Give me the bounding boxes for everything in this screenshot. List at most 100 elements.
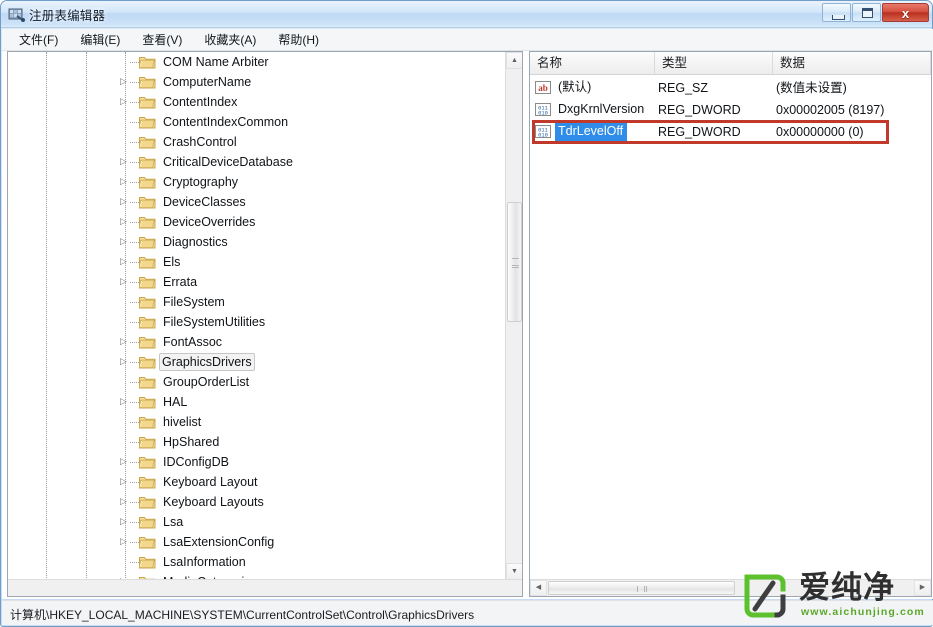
menu-help[interactable]: 帮助(H) xyxy=(270,29,328,51)
chevron-right-icon[interactable]: ▷ xyxy=(120,397,129,407)
chevron-right-icon[interactable]: ▷ xyxy=(120,537,129,547)
table-row[interactable]: ab (默认) REG_SZ (数值未设置) xyxy=(530,77,931,99)
tree-item-label: hivelist xyxy=(163,415,202,429)
tree-connector-line xyxy=(130,82,139,84)
tree-item-com-name-arbiter[interactable]: COM Name Arbiter xyxy=(8,52,505,72)
chevron-right-icon[interactable]: ▷ xyxy=(120,77,129,87)
tree-connector-line xyxy=(130,542,139,544)
tree-item-hivelist[interactable]: hivelist xyxy=(8,412,505,432)
folder-icon xyxy=(138,475,156,489)
chevron-right-icon[interactable]: ▷ xyxy=(120,277,129,287)
window-title: 注册表编辑器 xyxy=(29,9,106,23)
chevron-right-icon[interactable]: ▷ xyxy=(120,217,129,227)
folder-icon xyxy=(138,115,156,129)
scroll-left-arrow-icon[interactable]: ◀ xyxy=(530,580,547,596)
tree-item-label: Keyboard Layouts xyxy=(163,495,264,509)
values-list-header: 名称 类型 数据 xyxy=(530,52,931,75)
chevron-right-icon[interactable]: ▷ xyxy=(120,457,129,467)
tree-item-label: FileSystem xyxy=(163,295,225,309)
maximize-button[interactable] xyxy=(852,3,881,22)
tree-item-label: ComputerName xyxy=(163,75,252,89)
column-name[interactable]: 名称 xyxy=(530,52,655,74)
folder-icon xyxy=(138,315,156,329)
tree-item-grouporderlist[interactable]: GroupOrderList xyxy=(8,372,505,392)
scroll-down-arrow-icon[interactable]: ▼ xyxy=(506,563,522,580)
chevron-right-icon[interactable]: ▷ xyxy=(120,357,129,367)
tree-item-idconfigdb[interactable]: ▷ IDConfigDB xyxy=(8,452,505,472)
close-button[interactable]: x xyxy=(882,3,929,22)
tree-item-hpshared[interactable]: HpShared xyxy=(8,432,505,452)
tree-item-hal[interactable]: ▷ HAL xyxy=(8,392,505,412)
tree-horizontal-scrollbar[interactable] xyxy=(8,579,522,596)
tree-connector-line xyxy=(130,382,139,384)
value-name: TdrLevelOff xyxy=(555,121,628,142)
table-row[interactable]: 011 010 TdrLevelOff REG_DWORD 0x00000000 (0) xyxy=(530,121,931,143)
svg-text:010: 010 xyxy=(538,133,548,139)
tree-connector-line xyxy=(130,442,139,444)
tree-item-graphicsdrivers[interactable]: ▷ GraphicsDrivers xyxy=(8,352,505,372)
tree-item-keyboard-layout[interactable]: ▷ Keyboard Layout xyxy=(8,472,505,492)
chevron-right-icon[interactable]: ▷ xyxy=(120,517,129,527)
minimize-button[interactable] xyxy=(822,3,851,22)
chevron-right-icon[interactable]: ▷ xyxy=(120,97,129,107)
reg-dword-icon: 011 010 xyxy=(535,102,551,117)
tree-item-lsainformation[interactable]: LsaInformation xyxy=(8,552,505,572)
tree-item-filesystemutilities[interactable]: FileSystemUtilities xyxy=(8,312,505,332)
tree-item-filesystem[interactable]: FileSystem xyxy=(8,292,505,312)
values-scroll-thumb[interactable] xyxy=(548,581,735,595)
tree-item-fontassoc[interactable]: ▷ FontAssoc xyxy=(8,332,505,352)
column-data[interactable]: 数据 xyxy=(773,52,931,74)
tree-item-crashcontrol[interactable]: CrashControl xyxy=(8,132,505,152)
folder-icon xyxy=(138,555,156,569)
value-data: (数值未设置) xyxy=(776,81,847,95)
folder-icon xyxy=(138,435,156,449)
tree-connector-line xyxy=(130,262,139,264)
tree-vertical-scrollbar[interactable]: ▲ ▼ xyxy=(505,52,522,596)
tree-item-cryptography[interactable]: ▷ Cryptography xyxy=(8,172,505,192)
value-name: (默认) xyxy=(558,80,592,94)
tree-item-contentindex[interactable]: ▷ ContentIndex xyxy=(8,92,505,112)
menu-favorites[interactable]: 收藏夹(A) xyxy=(196,29,265,51)
chevron-right-icon[interactable]: ▷ xyxy=(120,177,129,187)
tree-item-label: DeviceClasses xyxy=(163,195,246,209)
folder-icon xyxy=(138,135,156,149)
tree-item-deviceoverrides[interactable]: ▷ DeviceOverrides xyxy=(8,212,505,232)
scroll-up-arrow-icon[interactable]: ▲ xyxy=(506,52,522,69)
watermark-brand: 爱纯净 xyxy=(799,570,895,605)
folder-icon xyxy=(138,395,156,409)
chevron-right-icon[interactable]: ▷ xyxy=(120,157,129,167)
tree-connector-line xyxy=(130,242,139,244)
tree-item-label: Keyboard Layout xyxy=(163,475,258,489)
tree-item-lsa[interactable]: ▷ Lsa xyxy=(8,512,505,532)
chevron-right-icon[interactable]: ▷ xyxy=(120,197,129,207)
tree-item-label: Diagnostics xyxy=(163,235,228,249)
tree-item-label: GraphicsDrivers xyxy=(159,353,255,371)
tree-connector-line xyxy=(130,142,139,144)
client-area: COM Name Arbiter ▷ ComputerName ▷ ContentInd… xyxy=(2,51,933,599)
menu-file[interactable]: 文件(F) xyxy=(11,29,67,51)
tree-item-label: IDConfigDB xyxy=(163,455,229,469)
tree-item-criticaldevicedatabase[interactable]: ▷ CriticalDeviceDatabase xyxy=(8,152,505,172)
tree-connector-line xyxy=(130,502,139,504)
tree-item-keyboard-layouts[interactable]: ▷ Keyboard Layouts xyxy=(8,492,505,512)
tree-item-els[interactable]: ▷ Els xyxy=(8,252,505,272)
tree-item-errata[interactable]: ▷ Errata xyxy=(8,272,505,292)
chevron-right-icon[interactable]: ▷ xyxy=(120,237,129,247)
tree-connector-line xyxy=(130,122,139,124)
tree-item-diagnostics[interactable]: ▷ Diagnostics xyxy=(8,232,505,252)
table-row[interactable]: 011 010 DxgKrnlVersion REG_DWORD 0x00002005 … xyxy=(530,99,931,121)
menu-view[interactable]: 查看(V) xyxy=(134,29,191,51)
registry-path: 计算机\HKEY_LOCAL_MACHINE\SYSTEM\CurrentCon… xyxy=(10,608,475,622)
menu-edit[interactable]: 编辑(E) xyxy=(72,29,129,51)
column-type[interactable]: 类型 xyxy=(655,52,773,74)
tree-item-lsaextensionconfig[interactable]: ▷ LsaExtensionConfig xyxy=(8,532,505,552)
chevron-right-icon[interactable]: ▷ xyxy=(120,477,129,487)
tree-item-contentindexcommon[interactable]: ContentIndexCommon xyxy=(8,112,505,132)
tree-scroll-thumb[interactable] xyxy=(507,202,522,322)
tree-item-deviceclasses[interactable]: ▷ DeviceClasses xyxy=(8,192,505,212)
chevron-right-icon[interactable]: ▷ xyxy=(120,337,129,347)
chevron-right-icon[interactable]: ▷ xyxy=(120,497,129,507)
tree-connector-line xyxy=(130,162,139,164)
chevron-right-icon[interactable]: ▷ xyxy=(120,257,129,267)
tree-item-computername[interactable]: ▷ ComputerName xyxy=(8,72,505,92)
